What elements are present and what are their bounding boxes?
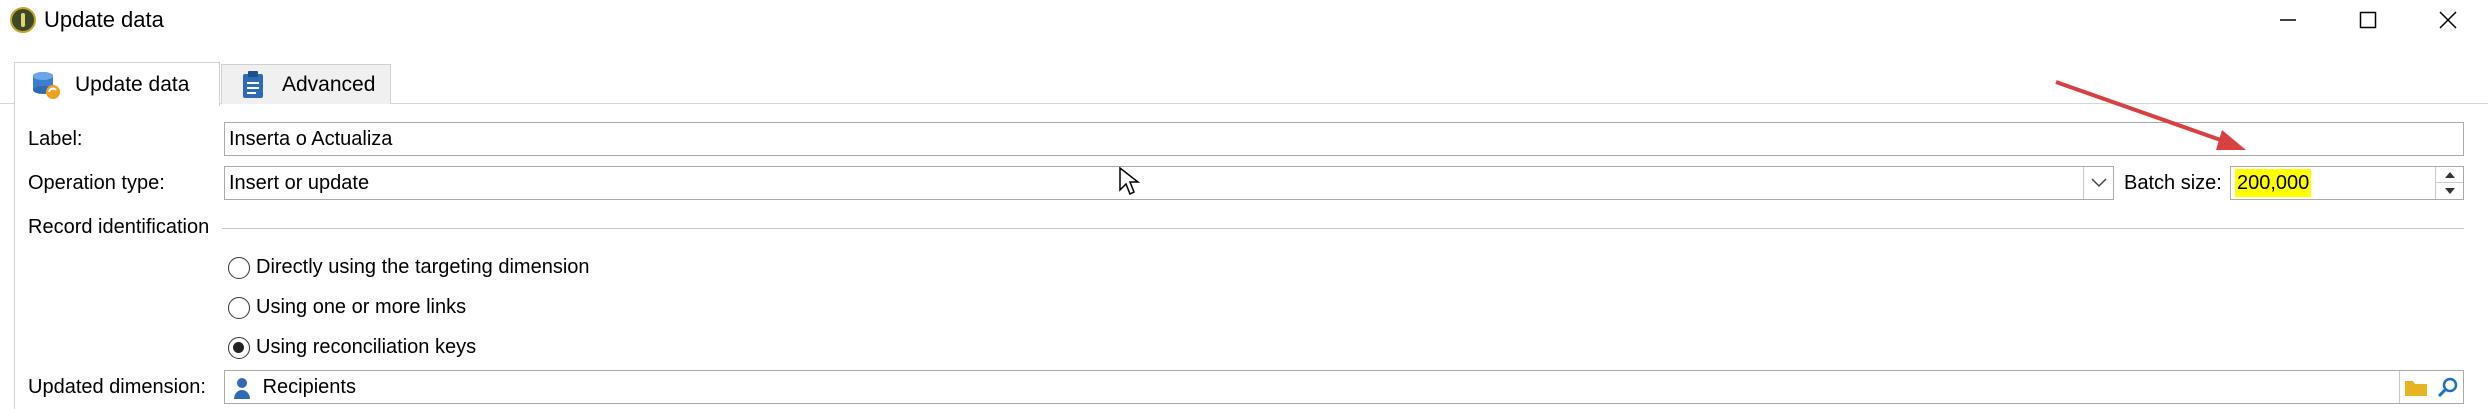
radio-label: Using reconciliation keys bbox=[256, 336, 477, 358]
operation-type-caption: Operation type: bbox=[28, 172, 165, 194]
radio-option-reconciliation-keys[interactable]: Using reconciliation keys bbox=[228, 336, 476, 359]
spin-up-icon[interactable] bbox=[2436, 167, 2463, 183]
chevron-down-icon[interactable] bbox=[2083, 167, 2113, 199]
close-icon bbox=[2439, 11, 2457, 29]
updated-dimension-field[interactable]: Recipients bbox=[224, 370, 2464, 404]
radio-label: Using one or more links bbox=[256, 296, 467, 318]
radio-label: Directly using the targeting dimension bbox=[256, 256, 590, 278]
clipboard-icon bbox=[238, 70, 268, 100]
dimension-actions bbox=[2399, 371, 2463, 403]
search-icon[interactable] bbox=[2437, 376, 2459, 398]
minimize-icon bbox=[2280, 19, 2296, 21]
radio-unchecked-icon[interactable] bbox=[228, 296, 250, 319]
section-divider bbox=[222, 228, 2464, 229]
tab-label: Update data bbox=[75, 72, 190, 96]
app-logo-icon bbox=[10, 7, 36, 33]
tab-label: Advanced bbox=[282, 72, 376, 96]
maximize-icon bbox=[2359, 11, 2377, 29]
person-icon bbox=[234, 377, 250, 399]
title-bar: Update data bbox=[0, 0, 2488, 40]
operation-type-value: Insert or update bbox=[229, 172, 370, 194]
radio-option-targeting-dimension[interactable]: Directly using the targeting dimension bbox=[228, 256, 590, 279]
label-value: Inserta o Actualiza bbox=[229, 128, 393, 150]
close-button[interactable] bbox=[2408, 0, 2488, 40]
spin-down-icon[interactable] bbox=[2436, 183, 2463, 199]
radio-unchecked-icon[interactable] bbox=[228, 256, 250, 279]
record-identification-heading: Record identification bbox=[28, 216, 210, 238]
label-caption: Label: bbox=[28, 128, 83, 150]
tab-advanced[interactable]: Advanced bbox=[221, 64, 391, 104]
minimize-button[interactable] bbox=[2248, 0, 2328, 40]
updated-dimension-caption: Updated dimension: bbox=[28, 376, 206, 398]
database-sync-icon bbox=[31, 70, 61, 100]
folder-icon[interactable] bbox=[2404, 377, 2428, 397]
batch-size-value: 200,000 bbox=[2235, 169, 2312, 197]
batch-size-caption: Batch size: bbox=[2124, 172, 2222, 194]
tab-update-data[interactable]: Update data bbox=[14, 62, 220, 106]
operation-type-select[interactable]: Insert or update bbox=[224, 166, 2114, 200]
maximize-button[interactable] bbox=[2328, 0, 2408, 40]
radio-option-links[interactable]: Using one or more links bbox=[228, 296, 466, 319]
window-title: Update data bbox=[44, 7, 164, 32]
updated-dimension-value: Recipients bbox=[262, 376, 356, 398]
batch-size-spinner[interactable] bbox=[2435, 167, 2463, 199]
annotation-arrow-icon bbox=[2055, 80, 2246, 150]
radio-checked-icon[interactable] bbox=[228, 336, 250, 359]
mouse-cursor-icon bbox=[1119, 166, 1140, 196]
batch-size-input[interactable]: 200,000 bbox=[2230, 166, 2464, 200]
